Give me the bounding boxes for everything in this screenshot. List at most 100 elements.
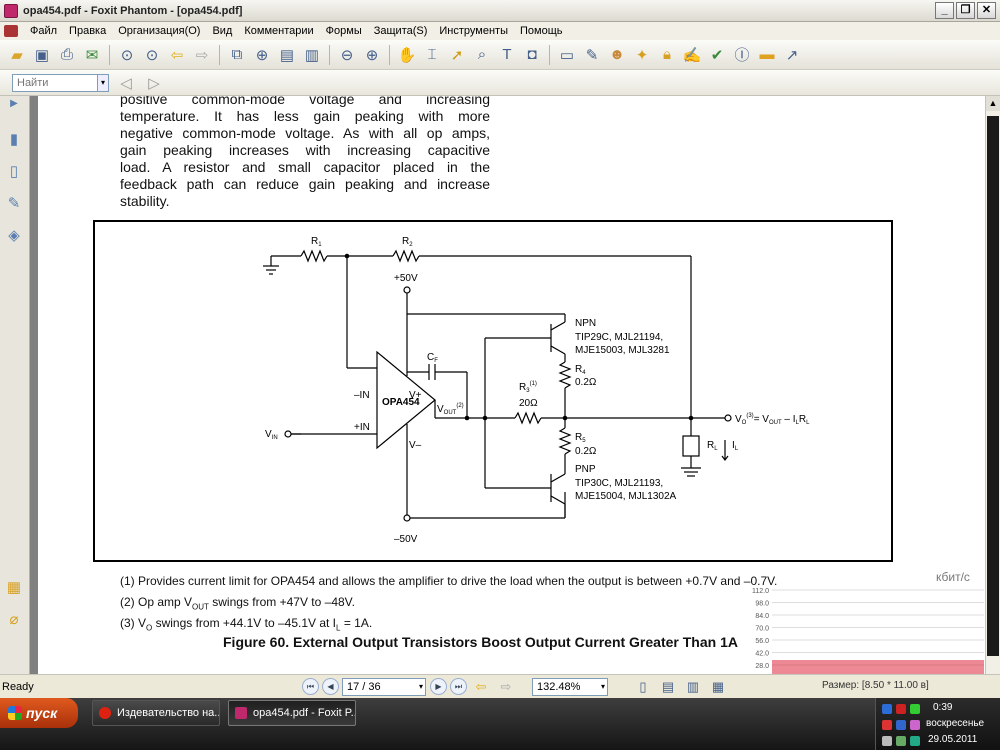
- forward-arrow-icon[interactable]: ⇨: [191, 44, 213, 66]
- pnp-parts-1: TIP30C, MJL21193,: [575, 478, 663, 489]
- continuous-facing-icon[interactable]: ▦: [707, 676, 729, 698]
- network-tick-label: 42.0: [755, 651, 769, 658]
- go-back-icon[interactable]: ⇦: [470, 676, 492, 698]
- paragraph-line: stability.: [120, 193, 170, 209]
- display-icon[interactable]: [896, 736, 906, 746]
- vertical-scrollbar[interactable]: ▲: [985, 96, 1000, 674]
- typewriter-icon[interactable]: T: [496, 44, 518, 66]
- text-select-icon[interactable]: ⌶: [421, 44, 443, 66]
- attachments-icon[interactable]: ▦: [4, 578, 24, 600]
- search-input[interactable]: [12, 73, 98, 92]
- first-page-button[interactable]: ⏮: [302, 678, 319, 695]
- user-icon[interactable]: ☻: [606, 44, 628, 66]
- menu-organize[interactable]: Организация(O): [112, 25, 206, 37]
- back-arrow-icon[interactable]: ⇦: [166, 44, 188, 66]
- plus50v-label: +50V: [394, 273, 418, 284]
- page-view-icon[interactable]: ▭: [556, 44, 578, 66]
- annotations-icon[interactable]: ✎: [4, 194, 24, 216]
- lock-icon[interactable]: 🔒︎: [656, 44, 678, 66]
- rl-label: RL: [707, 440, 718, 452]
- menu-forms[interactable]: Формы: [320, 25, 368, 37]
- windows-flag-icon: [8, 706, 22, 720]
- layers-icon[interactable]: ◈: [4, 226, 24, 248]
- previous-page-button[interactable]: ◀: [322, 678, 339, 695]
- arrow-up-right-icon[interactable]: ↗: [781, 44, 803, 66]
- facing-icon[interactable]: ▥: [682, 676, 704, 698]
- select-arrow-icon[interactable]: ➚: [446, 44, 468, 66]
- continuous-icon[interactable]: ▤: [657, 676, 679, 698]
- update-icon[interactable]: [910, 704, 920, 714]
- prev-page-icon[interactable]: ⊙: [116, 44, 138, 66]
- start-button[interactable]: пуск: [0, 698, 78, 728]
- clock-day: воскресенье: [926, 718, 985, 729]
- minimize-button[interactable]: _: [935, 2, 954, 19]
- camera-icon[interactable]: ◘: [521, 44, 543, 66]
- hand-tool-icon[interactable]: ✋: [396, 44, 418, 66]
- fit-page-icon[interactable]: ▤: [276, 44, 298, 66]
- network-icon[interactable]: [882, 704, 892, 714]
- find-next-icon[interactable]: ▷: [143, 72, 165, 94]
- signature-icon[interactable]: ✍: [681, 44, 703, 66]
- print-icon[interactable]: ⎙: [56, 44, 78, 66]
- zoom-dropdown[interactable]: ▾: [597, 678, 609, 696]
- single-page-icon[interactable]: ▯: [632, 676, 654, 698]
- expand-panel-icon[interactable]: ▶: [4, 98, 24, 120]
- npn-label: NPN: [575, 318, 596, 329]
- document-icon[interactable]: [4, 25, 18, 37]
- footnote-1: (1) Provides current limit for OPA454 an…: [120, 574, 778, 588]
- page-number-input[interactable]: [342, 677, 426, 696]
- language-icon[interactable]: [896, 704, 906, 714]
- last-page-button[interactable]: ⏭: [450, 678, 467, 695]
- scroll-thumb[interactable]: [987, 116, 999, 656]
- next-page-icon[interactable]: ⊙: [141, 44, 163, 66]
- text-box-icon[interactable]: Ⓘ: [731, 44, 753, 66]
- save-icon[interactable]: ▣: [31, 44, 53, 66]
- menu-file[interactable]: Файл: [24, 25, 63, 37]
- email-icon[interactable]: ✉: [81, 44, 103, 66]
- zoom-in-icon[interactable]: ⊕: [251, 44, 273, 66]
- paperclip-icon[interactable]: ⌀: [4, 610, 24, 632]
- toolbar-separator: [329, 44, 330, 65]
- flag-icon[interactable]: [896, 720, 906, 730]
- menu-protect[interactable]: Защита(S): [368, 25, 434, 37]
- menu-edit[interactable]: Правка: [63, 25, 112, 37]
- menu-view[interactable]: Вид: [206, 25, 238, 37]
- pen-icon[interactable]: ✎: [581, 44, 603, 66]
- minus50v-label: –50V: [394, 534, 418, 545]
- close-button[interactable]: ✕: [977, 2, 996, 19]
- search-dropdown[interactable]: ▾: [97, 73, 109, 92]
- next-page-button[interactable]: ▶: [430, 678, 447, 695]
- volume-icon[interactable]: [882, 736, 892, 746]
- bookmarks-icon[interactable]: ▮: [4, 130, 24, 152]
- zoom-out-circle-icon[interactable]: ⊖: [336, 44, 358, 66]
- pages-icon[interactable]: ▯: [4, 162, 24, 184]
- open-folder-icon[interactable]: ▰: [6, 44, 28, 66]
- fit-width-icon[interactable]: ▥: [301, 44, 323, 66]
- find-text-icon[interactable]: ⌕: [471, 44, 493, 66]
- antivirus-icon[interactable]: [882, 720, 892, 730]
- menu-help[interactable]: Помощь: [514, 25, 569, 37]
- taskbar-item-browser[interactable]: Издевательство на...: [92, 700, 220, 726]
- restore-button[interactable]: ❐: [956, 2, 975, 19]
- paragraph-line: positive common-mode voltage and increas…: [120, 96, 490, 107]
- shield-icon[interactable]: [910, 720, 920, 730]
- taskbar-item-foxit[interactable]: opa454.pdf - Foxit P...: [228, 700, 356, 726]
- clock-time[interactable]: 0:39: [933, 702, 952, 713]
- zoom-in-circle-icon[interactable]: ⊕: [361, 44, 383, 66]
- tag-icon[interactable]: ✦: [631, 44, 653, 66]
- paragraph-line: gain peaking increases with increasing c…: [120, 142, 490, 158]
- r4-value: 0.2Ω: [575, 377, 597, 388]
- checkmark-icon[interactable]: ✔: [706, 44, 728, 66]
- network-tick-label: 70.0: [755, 626, 769, 633]
- sync-icon[interactable]: [910, 736, 920, 746]
- menu-comments[interactable]: Комментарии: [238, 25, 319, 37]
- scroll-up-arrow[interactable]: ▲: [986, 96, 1000, 111]
- snapshot-icon[interactable]: ⧉: [226, 44, 248, 66]
- menu-tools[interactable]: Инструменты: [433, 25, 514, 37]
- page-dropdown[interactable]: ▾: [415, 678, 427, 696]
- note-icon[interactable]: ▬: [756, 44, 778, 66]
- find-previous-icon[interactable]: ◁: [115, 72, 137, 94]
- cf-label: CF: [427, 352, 438, 364]
- toolbar-separator: [109, 44, 110, 65]
- go-forward-icon[interactable]: ⇨: [495, 676, 517, 698]
